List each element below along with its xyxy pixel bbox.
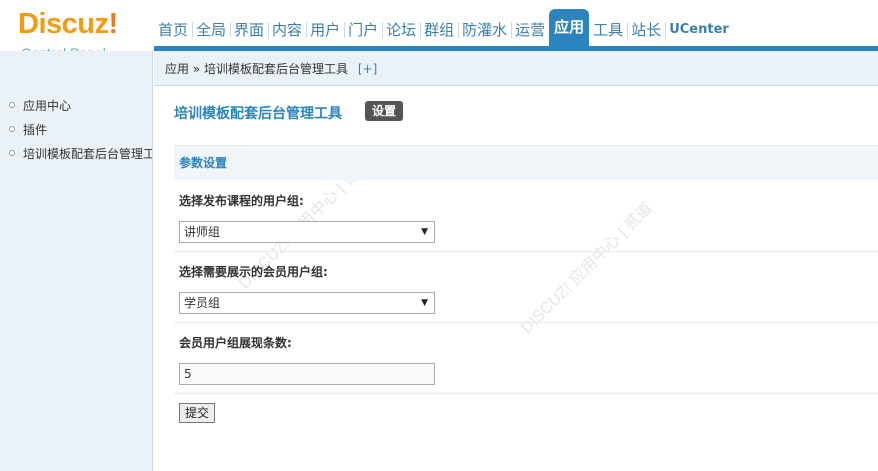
breadcrumb-separator: » bbox=[192, 62, 201, 76]
nav-tab-3[interactable]: 内容 bbox=[268, 14, 308, 46]
submit-button[interactable]: 提交 bbox=[179, 403, 216, 423]
nav-tab-5[interactable]: 门户 bbox=[344, 14, 384, 46]
dropdown-arrow-icon: ▼ bbox=[421, 227, 428, 237]
row-divider bbox=[174, 251, 878, 252]
page-title: 培训模板配套后台管理工具 bbox=[174, 106, 342, 122]
teacher-group-select[interactable]: 讲师组 ▼ bbox=[179, 221, 435, 243]
nav-tab-12[interactable]: 站长 bbox=[627, 14, 667, 46]
nav-tab-8[interactable]: 防灌水 bbox=[458, 14, 513, 46]
nav-tab-11[interactable]: 工具 bbox=[589, 14, 629, 46]
count-input[interactable]: 5 bbox=[179, 363, 435, 385]
row-divider bbox=[174, 322, 878, 323]
breadcrumb-root[interactable]: 应用 bbox=[165, 62, 189, 76]
nav-tab-13[interactable]: UCenter bbox=[665, 14, 733, 46]
member-group-value: 学员组 bbox=[184, 296, 221, 310]
nav-tab-9[interactable]: 运营 bbox=[511, 14, 549, 46]
teacher-group-value: 讲师组 bbox=[184, 225, 221, 239]
tab-settings[interactable]: 设置 bbox=[365, 101, 404, 121]
row-divider bbox=[174, 393, 878, 394]
sidebar-item-label: 应用中心 bbox=[23, 99, 72, 113]
dropdown-arrow-icon: ▼ bbox=[421, 298, 428, 308]
member-group-select[interactable]: 学员组 ▼ bbox=[179, 292, 435, 314]
nav-tab-10[interactable]: 应用 bbox=[549, 9, 590, 46]
watermark: DISCUZ! 应用中心 | 贰道 bbox=[518, 199, 656, 338]
bullet-icon bbox=[9, 126, 15, 132]
nav-tab-7[interactable]: 群组 bbox=[420, 14, 460, 46]
bullet-icon bbox=[9, 150, 15, 156]
header: Discuz! Control Panel⌂ 首页全局界面内容用户门户论坛群组防… bbox=[0, 0, 878, 61]
teacher-group-label: 选择发布课程的用户组: bbox=[179, 194, 304, 208]
section-heading: 参数设置 bbox=[174, 145, 878, 180]
top-navigation: 首页 全局 界面 内容 用户 门户 论坛 群组 防灌水 运营 应用 工具 站长 UCenter bbox=[154, 9, 733, 46]
nav-tab-1[interactable]: 全局 bbox=[192, 14, 232, 46]
sidebar-item-label: 培训模板配套后台管理工具 bbox=[23, 147, 152, 161]
breadcrumb: 应用 » 培训模板配套后台管理工具 [+] bbox=[154, 51, 878, 86]
sidebar-item-app-center[interactable]: 应用中心 bbox=[0, 94, 152, 118]
nav-tab-6[interactable]: 论坛 bbox=[382, 14, 422, 46]
logo-brand: Discuz! bbox=[18, 8, 118, 40]
count-label: 会员用户组展现条数: bbox=[179, 336, 292, 350]
member-group-label: 选择需要展示的会员用户组: bbox=[179, 265, 328, 279]
breadcrumb-current: 培训模板配套后台管理工具 bbox=[204, 62, 349, 76]
main-content: DISCUZ! 应用中心 | 贰道 DISCUZ! 应用中心 | 贰道 培训模板… bbox=[154, 86, 878, 471]
bullet-icon bbox=[9, 102, 15, 108]
nav-tab-4[interactable]: 用户 bbox=[306, 14, 346, 46]
sidebar-item-label: 插件 bbox=[23, 123, 48, 137]
discuz-logo[interactable]: Discuz! Control Panel⌂ bbox=[0, 0, 153, 61]
nav-tab-0[interactable]: 首页 bbox=[154, 14, 194, 46]
sidebar-item-plugins[interactable]: 插件 bbox=[0, 118, 152, 142]
left-sidebar: 应用中心 插件 培训模板配套后台管理工具 bbox=[0, 51, 153, 471]
sidebar-item-training-tool[interactable]: 培训模板配套后台管理工具 bbox=[0, 142, 152, 166]
breadcrumb-add-button[interactable]: [+] bbox=[358, 62, 377, 76]
nav-tab-2[interactable]: 界面 bbox=[230, 14, 270, 46]
